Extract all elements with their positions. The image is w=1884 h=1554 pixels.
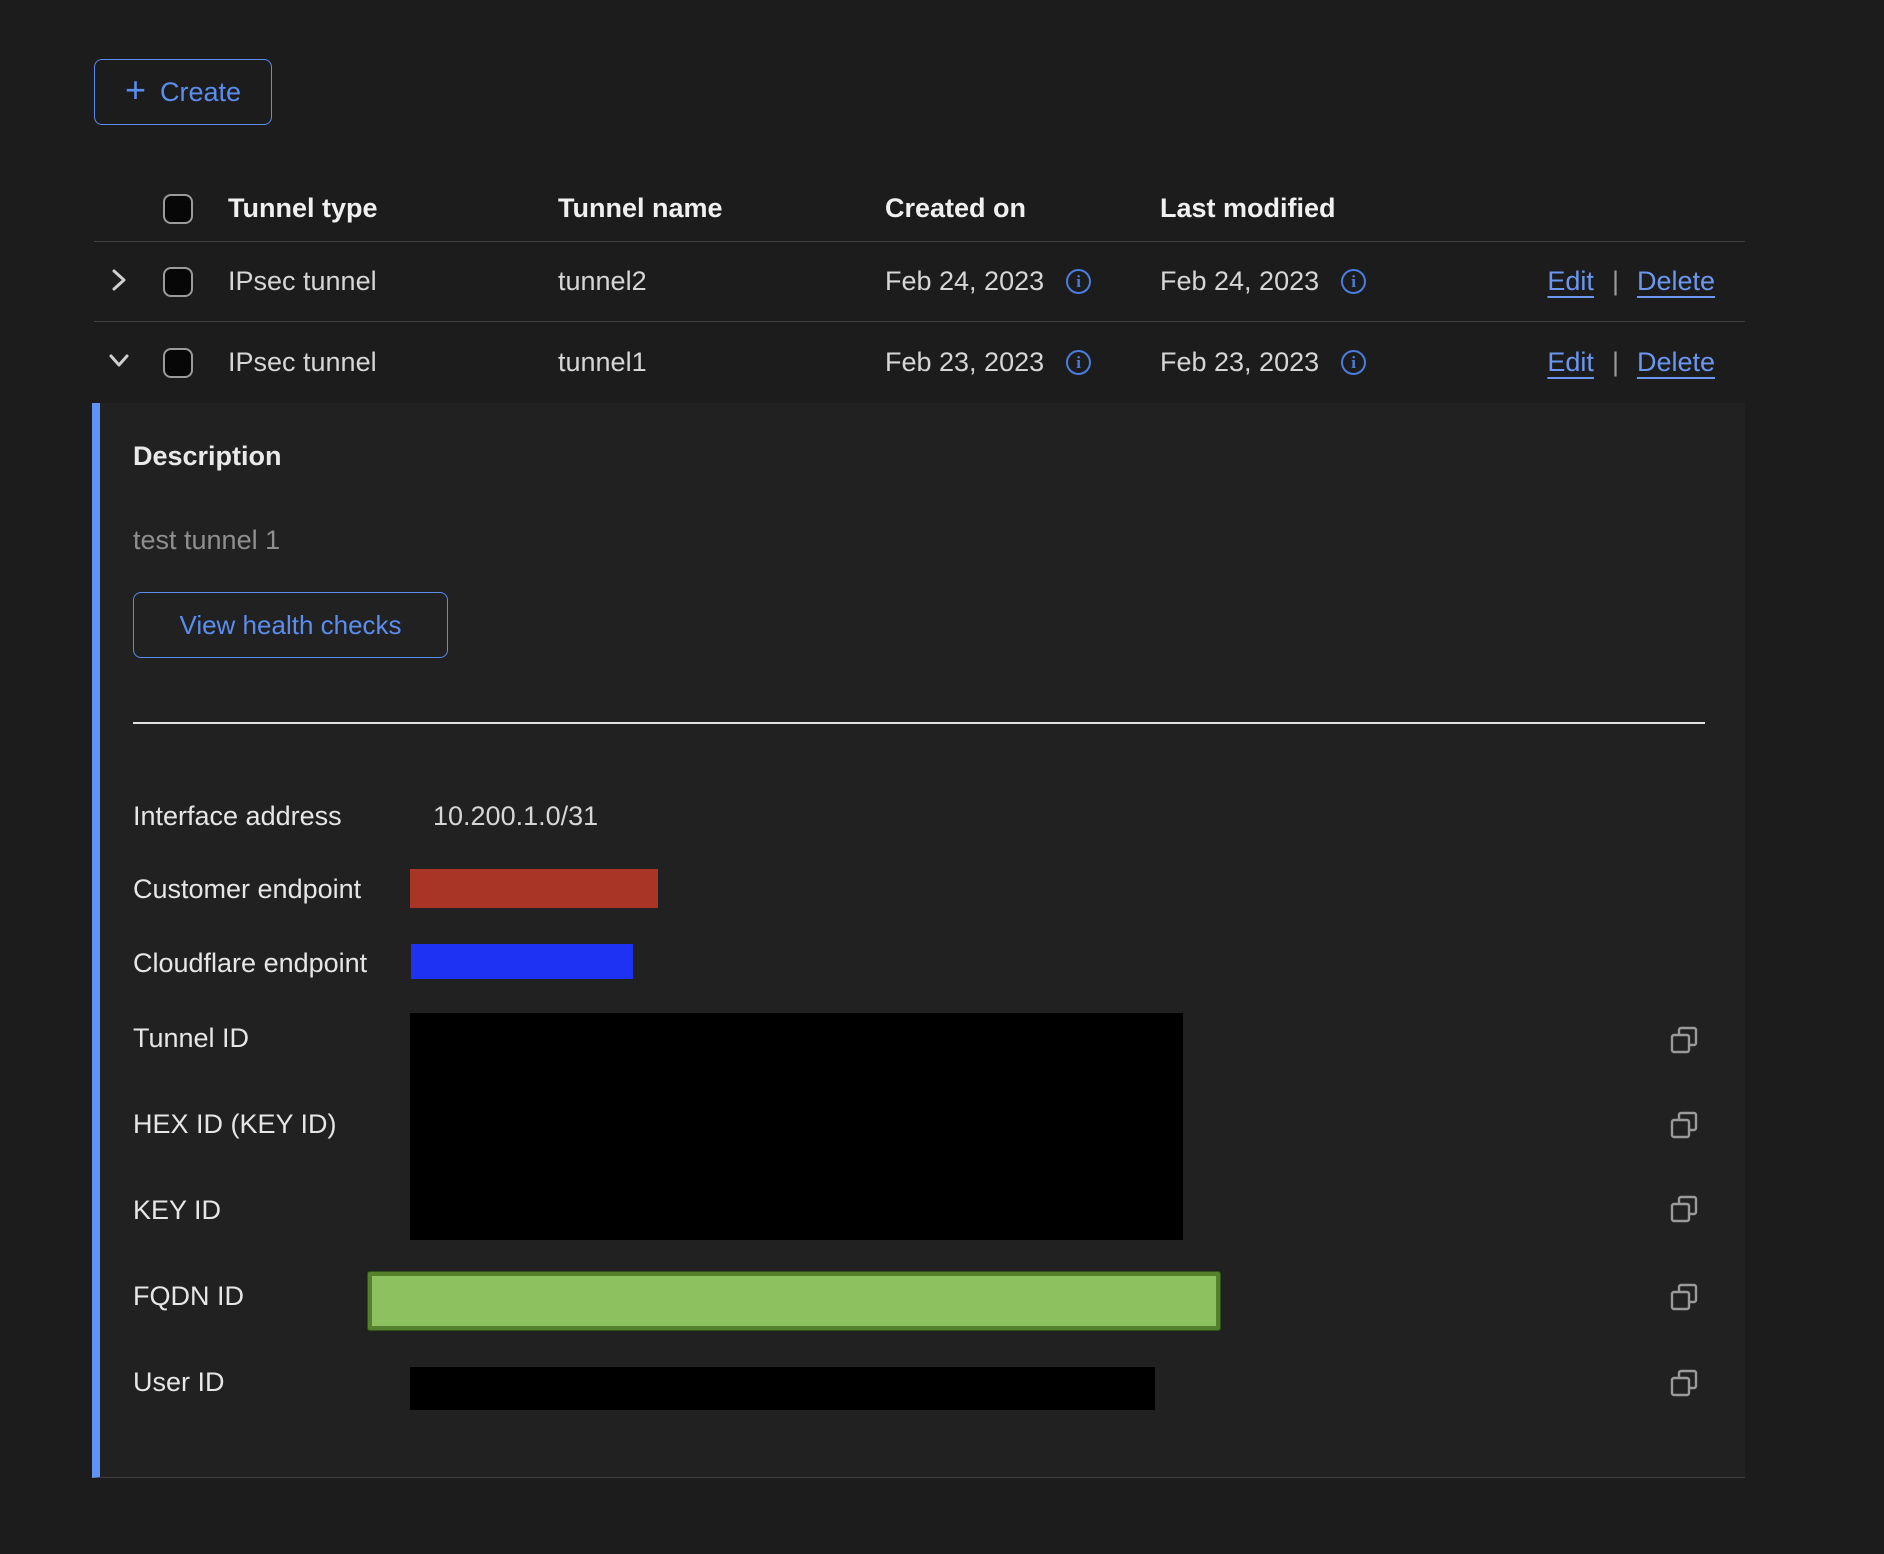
row-checkbox[interactable] xyxy=(163,348,193,378)
description-value: test tunnel 1 xyxy=(133,525,280,556)
copy-icon xyxy=(1668,1301,1700,1316)
copy-key-id-button[interactable] xyxy=(1668,1193,1700,1225)
tunnel-type-cell: IPsec tunnel xyxy=(204,347,534,378)
tunnel-name-cell: tunnel1 xyxy=(534,347,861,378)
view-health-checks-button[interactable]: View health checks xyxy=(133,592,448,658)
table-row: IPsec tunnel tunnel2 Feb 24, 2023 i Feb … xyxy=(94,242,1745,322)
created-on-cell: Feb 23, 2023 xyxy=(885,347,1044,378)
interface-address-label: Interface address xyxy=(133,800,342,832)
column-header-last-modified: Last modified xyxy=(1136,193,1472,224)
create-button-label: Create xyxy=(160,77,241,108)
tunnels-table: Tunnel type Tunnel name Created on Last … xyxy=(94,176,1745,403)
chevron-down-icon xyxy=(102,344,136,381)
select-all-checkbox[interactable] xyxy=(163,194,193,224)
column-header-created-on: Created on xyxy=(861,193,1136,224)
collapse-row-button[interactable] xyxy=(102,344,136,381)
edit-link[interactable]: Edit xyxy=(1547,347,1594,378)
customer-endpoint-label: Customer endpoint xyxy=(133,873,361,905)
hex-id-label: HEX ID (KEY ID) xyxy=(133,1108,337,1140)
tunnel-name-cell: tunnel2 xyxy=(534,266,861,297)
tunnel-details-panel: Description test tunnel 1 View health ch… xyxy=(92,403,1745,1478)
key-id-label: KEY ID xyxy=(133,1194,221,1226)
column-header-tunnel-name: Tunnel name xyxy=(534,193,861,224)
tunnel-id-label: Tunnel ID xyxy=(133,1022,249,1054)
tunnels-page: + Create Tunnel type Tunnel name Created… xyxy=(0,0,1884,1554)
description-label: Description xyxy=(133,441,282,472)
row-checkbox[interactable] xyxy=(163,267,193,297)
cloudflare-endpoint-label: Cloudflare endpoint xyxy=(133,947,367,979)
create-button[interactable]: + Create xyxy=(94,59,272,125)
user-id-label: User ID xyxy=(133,1366,225,1398)
info-icon[interactable]: i xyxy=(1066,350,1091,375)
customer-endpoint-redaction xyxy=(410,869,658,908)
last-modified-cell: Feb 23, 2023 xyxy=(1160,347,1319,378)
column-header-tunnel-type: Tunnel type xyxy=(204,193,534,224)
info-icon[interactable]: i xyxy=(1341,350,1366,375)
table-header-row: Tunnel type Tunnel name Created on Last … xyxy=(94,176,1745,242)
copy-icon xyxy=(1668,1129,1700,1144)
delete-link[interactable]: Delete xyxy=(1637,347,1715,378)
delete-link[interactable]: Delete xyxy=(1637,266,1715,297)
copy-icon xyxy=(1668,1213,1700,1228)
interface-address-value: 10.200.1.0/31 xyxy=(433,800,598,832)
cloudflare-endpoint-redaction xyxy=(411,944,633,979)
ids-redaction-block xyxy=(410,1013,1183,1240)
expand-row-button[interactable] xyxy=(102,263,136,300)
copy-icon xyxy=(1668,1044,1700,1059)
copy-tunnel-id-button[interactable] xyxy=(1668,1024,1700,1056)
chevron-right-icon xyxy=(102,263,136,300)
user-id-redaction xyxy=(410,1367,1155,1410)
copy-user-id-button[interactable] xyxy=(1668,1367,1700,1399)
copy-icon xyxy=(1668,1387,1700,1402)
panel-divider xyxy=(133,722,1705,724)
action-separator: | xyxy=(1612,266,1619,297)
table-row: IPsec tunnel tunnel1 Feb 23, 2023 i Feb … xyxy=(94,322,1745,403)
created-on-cell: Feb 24, 2023 xyxy=(885,266,1044,297)
last-modified-cell: Feb 24, 2023 xyxy=(1160,266,1319,297)
copy-fqdn-id-button[interactable] xyxy=(1668,1281,1700,1313)
edit-link[interactable]: Edit xyxy=(1547,266,1594,297)
info-icon[interactable]: i xyxy=(1341,269,1366,294)
tunnel-type-cell: IPsec tunnel xyxy=(204,266,534,297)
fqdn-id-redaction xyxy=(368,1272,1220,1330)
view-health-checks-label: View health checks xyxy=(179,610,401,641)
copy-hex-id-button[interactable] xyxy=(1668,1109,1700,1141)
plus-icon: + xyxy=(125,72,146,108)
action-separator: | xyxy=(1612,347,1619,378)
info-icon[interactable]: i xyxy=(1066,269,1091,294)
fqdn-id-label: FQDN ID xyxy=(133,1280,244,1312)
